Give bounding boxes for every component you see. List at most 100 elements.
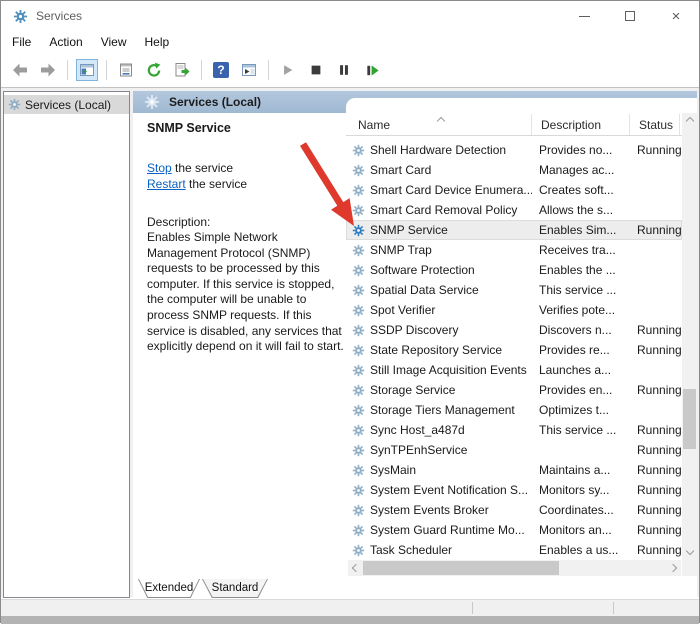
maximize-button[interactable] [607,1,653,31]
table-row[interactable]: Storage Tiers ManagementOptimizes t... [346,400,682,420]
table-row[interactable]: State Repository ServiceProvides re...Ru… [346,340,682,360]
table-row[interactable]: Spot VerifierVerifies pote... [346,300,682,320]
menu-help[interactable]: Help [136,33,179,51]
table-row[interactable]: Storage ServiceProvides en...Running [346,380,682,400]
menu-action[interactable]: Action [40,33,91,51]
pause-service-button[interactable] [333,59,355,81]
service-description: This service ... [532,423,630,437]
service-name: Shell Hardware Detection [370,143,506,157]
table-row[interactable]: Still Image Acquisition EventsLaunches a… [346,360,682,380]
column-header-name[interactable]: Name [358,113,390,136]
service-description: Monitors sy... [532,483,630,497]
scroll-up-button[interactable] [682,113,697,129]
service-description: Maintains a... [532,463,630,477]
tab-standard[interactable]: Standard [202,579,268,598]
tree-item-services-local[interactable]: Services (Local) [4,95,129,114]
stop-service-button[interactable] [305,59,327,81]
forward-arrow-icon [40,62,56,78]
tab-standard-label: Standard [203,579,267,597]
stop-service-link[interactable]: Stop [147,161,172,175]
column-separator[interactable] [531,114,532,135]
back-arrow-icon [12,62,28,78]
scroll-right-button[interactable] [665,560,681,576]
restart-service-link[interactable]: Restart [147,177,186,191]
service-info-pane: SNMP Service Stop the service Restart th… [133,113,346,579]
table-row[interactable]: System Event Notification S...Monitors s… [346,480,682,500]
table-row[interactable]: Shell Hardware DetectionProvides no...Ru… [346,140,682,160]
service-status: Running [630,523,682,537]
console-tree-icon [79,62,95,78]
column-header-status[interactable]: Status [639,113,673,136]
start-service-button[interactable] [277,59,299,81]
close-button[interactable]: × [653,1,699,31]
service-status: Running [630,443,682,457]
horizontal-scroll-thumb[interactable] [363,561,559,575]
scroll-down-button[interactable] [682,543,697,559]
service-name: Software Protection [370,263,475,277]
menu-file[interactable]: File [3,33,40,51]
tab-extended[interactable]: Extended [138,579,200,598]
table-row[interactable]: Software ProtectionEnables the ... [346,260,682,280]
table-row[interactable]: Task SchedulerEnables a us...Running [346,540,682,560]
forward-button[interactable] [37,59,59,81]
chevron-right-icon [669,564,677,572]
stop-service-line: Stop the service [147,160,340,176]
list-header: Name Description Status [346,113,682,136]
refresh-button[interactable] [143,59,165,81]
vertical-scrollbar[interactable] [682,113,697,559]
show-console-tree-button[interactable] [76,59,98,81]
service-status: Running [630,543,682,557]
minimize-button[interactable] [561,1,607,31]
column-separator[interactable] [629,114,630,135]
toolbar-separator [201,60,202,80]
show-action-pane-button[interactable] [238,59,260,81]
close-icon: × [672,9,681,24]
table-row[interactable]: Smart Card Device Enumera...Creates soft… [346,180,682,200]
horizontal-scrollbar[interactable] [348,560,681,576]
help-button[interactable]: ? [210,59,232,81]
service-description: Allows the s... [532,203,630,217]
service-description: Coordinates... [532,503,630,517]
table-row[interactable]: Smart CardManages ac... [346,160,682,180]
service-gear-icon [352,524,365,537]
table-row[interactable]: SynTPEnhServiceRunning [346,440,682,460]
table-row[interactable]: Sync Host_a487dThis service ...Running [346,420,682,440]
table-row[interactable]: SNMP TrapReceives tra... [346,240,682,260]
status-bar-divider [472,602,473,614]
service-status: Running [630,223,682,237]
service-name: State Repository Service [370,343,502,357]
maximize-icon [625,11,635,21]
status-bar [1,599,699,616]
back-button[interactable] [9,59,31,81]
properties-button[interactable] [115,59,137,81]
table-row[interactable]: SSDP DiscoveryDiscovers n...Running [346,320,682,340]
export-list-button[interactable] [171,59,193,81]
service-gear-icon [352,544,365,557]
service-gear-icon [352,184,365,197]
table-row[interactable]: System Events BrokerCoordinates...Runnin… [346,500,682,520]
restart-service-suffix: the service [186,177,247,191]
service-description: Monitors an... [532,523,630,537]
table-row[interactable]: SysMainMaintains a...Running [346,460,682,480]
table-row[interactable]: SNMP ServiceEnables Sim...Running [346,220,682,240]
description-label: Description: [147,215,340,229]
toolbar: ? [1,53,699,88]
table-row[interactable]: Smart Card Removal PolicyAllows the s... [346,200,682,220]
restart-service-button[interactable] [361,59,383,81]
table-row[interactable]: Spatial Data ServiceThis service ... [346,280,682,300]
restart-icon [365,63,380,78]
column-separator[interactable] [679,114,680,135]
table-row[interactable]: System Guard Runtime Mo...Monitors an...… [346,520,682,540]
tree-item-label: Services (Local) [25,98,111,112]
service-description: Creates soft... [532,183,630,197]
service-description: Discovers n... [532,323,630,337]
vertical-scroll-thumb[interactable] [683,389,696,449]
menu-view[interactable]: View [92,33,136,51]
column-header-description[interactable]: Description [541,113,601,136]
pane-header-title: Services (Local) [169,95,261,109]
chevron-down-icon [685,547,693,555]
scroll-left-button[interactable] [348,560,364,576]
service-gear-icon [352,264,365,277]
service-name: Storage Service [370,383,455,397]
service-status: Running [630,143,682,157]
